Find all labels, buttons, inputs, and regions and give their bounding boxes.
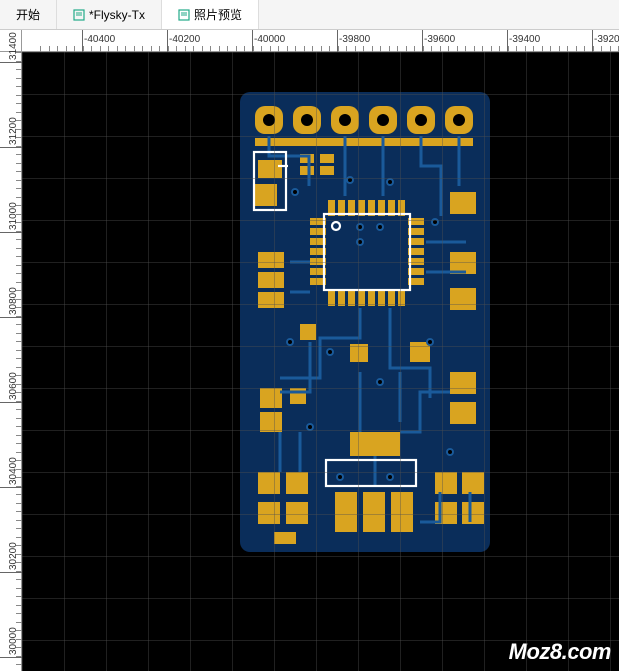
ruler-tick-label: 31000	[8, 202, 19, 230]
grid-line	[358, 52, 359, 671]
grid-line	[22, 556, 619, 557]
grid-line	[274, 52, 275, 671]
grid-line	[190, 52, 191, 671]
pcb-board	[240, 92, 490, 552]
grid-line	[106, 52, 107, 671]
grid-line	[526, 52, 527, 671]
grid-line	[22, 346, 619, 347]
tab-bar: 开始 *Flysky-Tx 照片预览	[0, 0, 619, 30]
ruler-tick-label: -39800	[339, 34, 370, 45]
ruler-tick-label: 31400	[8, 32, 19, 60]
grid-line	[400, 52, 401, 671]
grid-line	[22, 304, 619, 305]
tab-flysky[interactable]: *Flysky-Tx	[57, 0, 162, 29]
document-icon	[73, 9, 85, 21]
grid-line	[22, 472, 619, 473]
document-icon	[178, 9, 190, 21]
grid-line	[22, 430, 619, 431]
grid-line	[22, 514, 619, 515]
grid-line	[610, 52, 611, 671]
ruler-tick-label: -39400	[509, 34, 540, 45]
grid-line	[148, 52, 149, 671]
tab-preview[interactable]: 照片预览	[162, 0, 259, 29]
ruler-vertical[interactable]: 31400 31200 31000 30800 30600 30400 3020…	[0, 52, 22, 671]
watermark: Moz8.com	[509, 639, 611, 665]
ruler-tick-label: 30000	[8, 627, 19, 655]
ruler-tick-label: -40200	[169, 34, 200, 45]
grid-line	[22, 52, 23, 671]
grid-line	[316, 52, 317, 671]
ruler-horizontal[interactable]: -40400 -40200 -40000 -39800 -39600 -3940…	[22, 30, 619, 52]
grid-line	[64, 52, 65, 671]
ruler-tick-label: -39600	[424, 34, 455, 45]
workspace: -40400 -40200 -40000 -39800 -39600 -3940…	[0, 30, 619, 671]
ruler-tick-label: -40000	[254, 34, 285, 45]
canvas[interactable]: Moz8.com	[22, 52, 619, 671]
grid-line	[22, 178, 619, 179]
tab-label: 开始	[16, 6, 40, 23]
grid-line	[22, 598, 619, 599]
grid-line	[22, 94, 619, 95]
ruler-tick-label: 30200	[8, 542, 19, 570]
grid-line	[22, 52, 619, 53]
ruler-tick-label: 30400	[8, 457, 19, 485]
ruler-tick-label: 31200	[8, 117, 19, 145]
grid-line	[22, 388, 619, 389]
tab-label: *Flysky-Tx	[89, 8, 145, 22]
grid-line	[22, 220, 619, 221]
grid-line	[484, 52, 485, 671]
ruler-tick-label: 30800	[8, 287, 19, 315]
grid-line	[22, 640, 619, 641]
ruler-tick-label: -39200	[594, 34, 619, 45]
grid-line	[22, 262, 619, 263]
grid-line	[442, 52, 443, 671]
ruler-tick-label: -40400	[84, 34, 115, 45]
grid-line	[22, 136, 619, 137]
tab-label: 照片预览	[194, 6, 242, 23]
ruler-tick-label: 30600	[8, 372, 19, 400]
grid-line	[232, 52, 233, 671]
grid-line	[568, 52, 569, 671]
tab-start[interactable]: 开始	[0, 0, 57, 29]
